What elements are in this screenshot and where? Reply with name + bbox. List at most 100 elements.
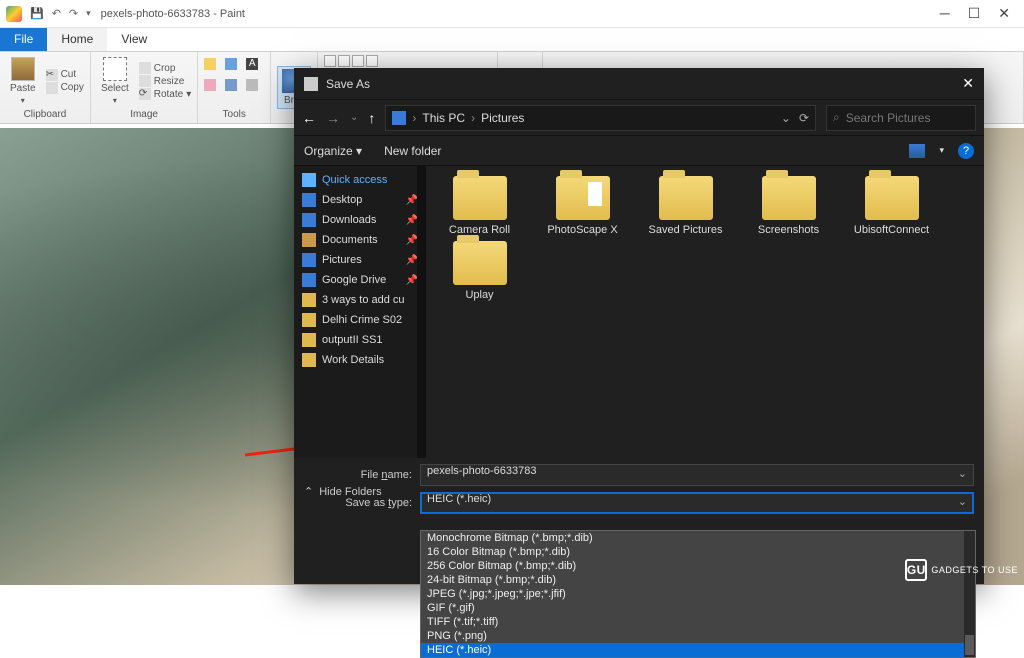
folder-name: Screenshots: [758, 224, 819, 237]
sidebar-item-icon: [302, 293, 316, 307]
view-mode-button[interactable]: [909, 144, 925, 158]
sidebar-item-label: Downloads: [322, 214, 376, 226]
nav-recent-icon[interactable]: ⌄: [350, 112, 358, 123]
sidebar-item[interactable]: Documents📌: [294, 230, 426, 250]
savetype-dropdown-list[interactable]: Monochrome Bitmap (*.bmp;*.dib)16 Color …: [420, 530, 976, 658]
save-icon[interactable]: 💾: [30, 7, 44, 20]
sidebar-item[interactable]: Pictures📌: [294, 250, 426, 270]
sidebar-item-label: Delhi Crime S02: [322, 314, 402, 326]
fill-icon[interactable]: [225, 58, 237, 70]
folder-icon: [762, 176, 816, 220]
resize-button[interactable]: Resize: [139, 75, 192, 87]
filename-input[interactable]: pexels-photo-6633783: [420, 464, 974, 486]
savetype-option[interactable]: 256 Color Bitmap (*.bmp;*.dib): [421, 559, 975, 573]
shape-curve-icon[interactable]: [338, 55, 350, 67]
tab-view[interactable]: View: [107, 28, 161, 51]
folder-icon: [659, 176, 713, 220]
sidebar-item-label: 3 ways to add cu: [322, 294, 405, 306]
folder-name: PhotoScape X: [547, 224, 617, 237]
undo-icon[interactable]: ↶: [52, 7, 61, 20]
sidebar-item[interactable]: outputII SS1: [294, 330, 426, 350]
paste-button[interactable]: Paste ▾: [6, 55, 40, 107]
sidebar-item-label: Quick access: [322, 174, 387, 186]
new-folder-button[interactable]: New folder: [384, 144, 441, 158]
copy-button[interactable]: Copy: [46, 82, 84, 94]
nav-forward-button[interactable]: →: [326, 110, 340, 126]
window-title: pexels-photo-6633783 - Paint: [101, 8, 245, 20]
sidebar-item[interactable]: Work Details: [294, 350, 426, 370]
sidebar-item-icon: [302, 313, 316, 327]
folder-item[interactable]: Screenshots: [741, 176, 836, 237]
shape-line-icon[interactable]: [324, 55, 336, 67]
dialog-close-button[interactable]: ✕: [962, 75, 974, 92]
pictures-breadcrumb-icon: [392, 111, 406, 125]
folder-item[interactable]: Saved Pictures: [638, 176, 733, 237]
sidebar-item-icon: [302, 173, 316, 187]
folder-icon: [865, 176, 919, 220]
crop-icon: [139, 62, 151, 74]
savetype-option[interactable]: JPEG (*.jpg;*.jpeg;*.jpe;*.jfif): [421, 587, 975, 601]
savetype-label: Save as type:: [304, 497, 420, 509]
folder-item[interactable]: Camera Roll: [432, 176, 527, 237]
magnifier-icon[interactable]: [246, 79, 258, 91]
filename-label: File name:: [304, 469, 420, 481]
crop-button[interactable]: Crop: [139, 62, 192, 74]
paint-app-icon: [6, 6, 22, 22]
redo-icon[interactable]: ↷: [69, 7, 78, 20]
group-tools: A Tools: [198, 52, 271, 123]
savetype-combobox[interactable]: HEIC (*.heic): [420, 492, 974, 514]
shape-oval-icon[interactable]: [352, 55, 364, 67]
organize-button[interactable]: Organize ▾: [304, 144, 362, 158]
shape-rect-icon[interactable]: [366, 55, 378, 67]
folder-icon: [556, 176, 610, 220]
view-mode-dropdown-icon[interactable]: ▾: [939, 145, 944, 156]
sidebar-item[interactable]: 3 ways to add cu: [294, 290, 426, 310]
sidebar-item-label: Pictures: [322, 254, 362, 266]
cut-button[interactable]: ✂Cut: [46, 69, 84, 81]
search-input[interactable]: ⌕ Search Pictures: [826, 105, 976, 131]
qat-customize-icon[interactable]: ▾: [86, 8, 91, 19]
folder-item[interactable]: PhotoScape X: [535, 176, 630, 237]
savetype-option[interactable]: Monochrome Bitmap (*.bmp;*.dib): [421, 531, 975, 545]
text-icon[interactable]: A: [246, 58, 258, 70]
sidebar-scrollbar[interactable]: [417, 166, 426, 458]
address-dropdown-icon[interactable]: ⌄: [781, 111, 791, 125]
folder-item[interactable]: UbisoftConnect: [844, 176, 939, 237]
sidebar-item[interactable]: Downloads📌: [294, 210, 426, 230]
dropdown-scrollbar[interactable]: [964, 531, 975, 657]
folder-item[interactable]: Uplay: [432, 241, 527, 302]
folder-grid: Camera Roll PhotoScape X Saved Pictures Scr…: [426, 166, 984, 458]
select-button[interactable]: Select ▾: [97, 55, 133, 107]
close-button[interactable]: ✕: [998, 5, 1010, 22]
eraser-icon[interactable]: [204, 79, 216, 91]
tab-file[interactable]: File: [0, 28, 47, 51]
sidebar-item[interactable]: Delhi Crime S02: [294, 310, 426, 330]
hide-folders-button[interactable]: ⌃ Hide Folders: [304, 485, 382, 498]
nav-up-button[interactable]: ↑: [368, 110, 375, 126]
sidebar-item-icon: [302, 193, 316, 207]
savetype-option[interactable]: 16 Color Bitmap (*.bmp;*.dib): [421, 545, 975, 559]
sidebar-item-label: outputII SS1: [322, 334, 383, 346]
pencil-icon[interactable]: [204, 58, 216, 70]
savetype-option[interactable]: TIFF (*.tif;*.tiff): [421, 615, 975, 629]
savetype-option[interactable]: GIF (*.gif): [421, 601, 975, 615]
savetype-option[interactable]: PNG (*.png): [421, 629, 975, 643]
nav-back-button[interactable]: ←: [302, 110, 316, 126]
sidebar-item-icon: [302, 213, 316, 227]
rotate-button[interactable]: ⟳Rotate ▾: [139, 88, 192, 100]
folder-icon: [453, 176, 507, 220]
sidebar-item[interactable]: Google Drive📌: [294, 270, 426, 290]
help-icon[interactable]: ?: [958, 143, 974, 159]
sidebar-item-label: Desktop: [322, 194, 362, 206]
sidebar-item[interactable]: Quick access: [294, 170, 426, 190]
minimize-button[interactable]: ─: [940, 5, 950, 22]
refresh-icon[interactable]: ⟳: [799, 111, 809, 125]
picker-icon[interactable]: [225, 79, 237, 91]
savetype-option[interactable]: HEIC (*.heic): [421, 643, 975, 657]
tab-home[interactable]: Home: [47, 28, 107, 51]
ribbon-tabs: File Home View: [0, 28, 1024, 52]
floppy-icon: [304, 77, 318, 91]
address-bar[interactable]: › This PC › Pictures ⌄ ⟳: [385, 105, 816, 131]
maximize-button[interactable]: ☐: [968, 5, 981, 22]
sidebar-item[interactable]: Desktop📌: [294, 190, 426, 210]
